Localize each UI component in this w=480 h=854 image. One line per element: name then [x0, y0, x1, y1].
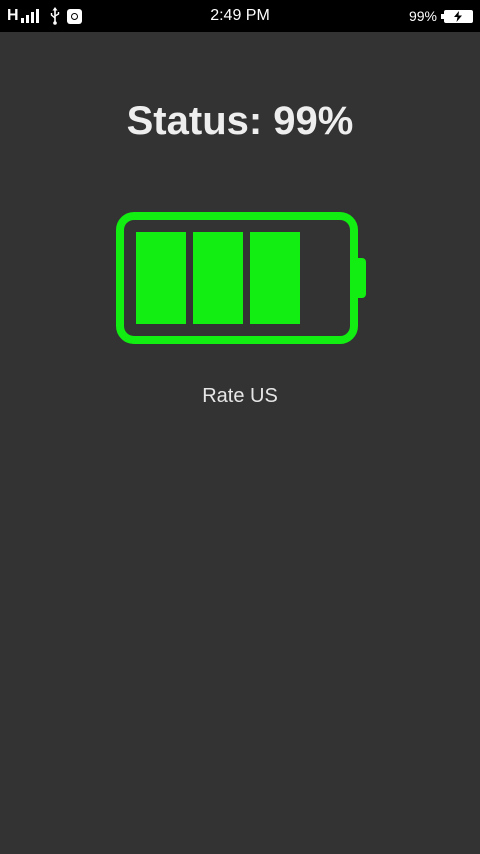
battery-cell: [193, 232, 243, 324]
status-battery-percent: 99%: [408, 8, 437, 24]
status-bar: H 2:49 PM 99%: [0, 0, 480, 32]
battery-cell: [250, 232, 300, 324]
battery-terminal: [356, 258, 366, 298]
battery-cells: [136, 232, 307, 324]
rate-us-button[interactable]: Rate US: [0, 383, 480, 409]
battery-level-graphic: [116, 212, 366, 344]
battery-status-title: Status: 99%: [126, 99, 354, 143]
status-right-icons: 99%: [409, 6, 473, 26]
battery-charging-icon: [441, 9, 473, 23]
battery-cell: [136, 232, 186, 324]
